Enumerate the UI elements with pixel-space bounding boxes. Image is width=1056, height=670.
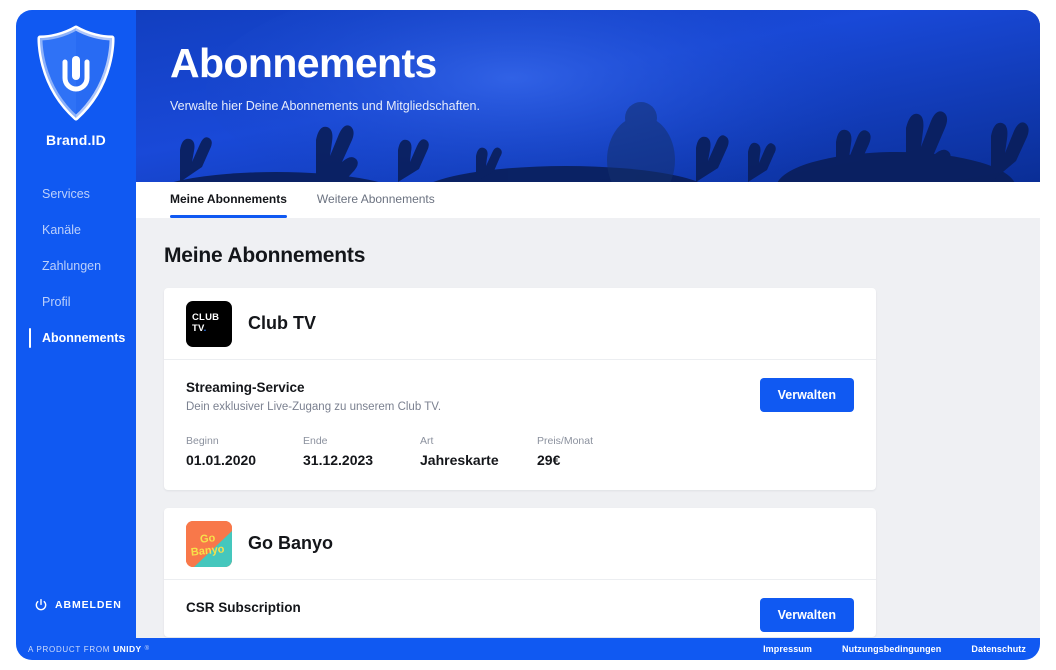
plan-facts: Beginn 01.01.2020 Ende 31.12.2023 Art Ja… — [186, 435, 854, 468]
plan-name: Streaming-Service — [186, 380, 305, 395]
fact-beginn: Beginn 01.01.2020 — [186, 435, 303, 468]
fact-label: Preis/Monat — [537, 435, 594, 447]
sidebar-item-kanaele[interactable]: Kanäle — [16, 212, 136, 248]
logout-button[interactable]: ABMELDEN — [16, 598, 136, 612]
content-area: Meine Abonnements CLUB TV. Club TV Strea… — [136, 218, 1040, 638]
card-body: CSR Subscription Verwalten — [164, 580, 876, 637]
card-body: Streaming-Service Dein exklusiver Live-Z… — [164, 360, 876, 490]
main-column: Abonnements Verwalte hier Deine Abonneme… — [136, 10, 1040, 638]
tab-weitere-abonnements[interactable]: Weitere Abonnements — [317, 182, 435, 218]
plan-description: Dein exklusiver Live-Zugang zu unserem C… — [186, 401, 442, 413]
sidebar-nav: Services Kanäle Zahlungen Profil Abonnem… — [16, 176, 136, 356]
footer-link-datenschutz[interactable]: Datenschutz — [971, 644, 1026, 654]
fact-label: Art — [420, 435, 434, 447]
logout-label: ABMELDEN — [55, 599, 122, 611]
footer-link-impressum[interactable]: Impressum — [763, 644, 812, 654]
footer-links: Impressum Nutzungsbedingungen Datenschut… — [763, 644, 1026, 654]
card-brand-title: Go Banyo — [248, 533, 334, 553]
tab-label: Meine Abonnements — [170, 192, 287, 206]
power-icon — [35, 599, 47, 611]
fact-label: Beginn — [186, 435, 219, 447]
sidebar-item-label: Profil — [42, 295, 71, 309]
fact-value: 01.01.2020 — [186, 452, 257, 468]
fact-label: Ende — [303, 435, 328, 447]
fact-preis-monat: Preis/Monat 29€ — [537, 435, 654, 468]
page-subtitle: Verwalte hier Deine Abonnements und Mitg… — [170, 99, 480, 114]
fact-ende: Ende 31.12.2023 — [303, 435, 420, 468]
subscription-card: Go Banyo Go Banyo CSR Subscription Verwa… — [164, 508, 876, 637]
tab-label: Weitere Abonnements — [316, 192, 435, 206]
sidebar-item-zahlungen[interactable]: Zahlungen — [16, 248, 136, 284]
shield-u-logo-icon — [37, 25, 115, 121]
window-body: Brand.ID Services Kanäle Zahlungen Profi… — [16, 10, 1040, 638]
footer-bar: A PRODUCT FROM UNIDY ® Impressum Nutzung… — [16, 638, 1040, 660]
sidebar-item-abonnements[interactable]: Abonnements — [16, 320, 136, 356]
section-title: Meine Abonnements — [164, 244, 366, 267]
page-title: Abonnements — [170, 40, 437, 86]
fact-value: 29€ — [537, 452, 561, 468]
card-brand-title: Club TV — [248, 313, 316, 333]
card-header: CLUB TV. Club TV — [164, 288, 876, 360]
fact-value: 31.12.2023 — [303, 452, 374, 468]
sidebar-item-services[interactable]: Services — [16, 176, 136, 212]
tab-bar: Meine Abonnements Weitere Abonnements — [136, 182, 1040, 218]
sidebar-item-profil[interactable]: Profil — [16, 284, 136, 320]
footer-product-brand: UNIDY — [113, 644, 142, 654]
sidebar-brand: Brand.ID — [16, 10, 136, 148]
footer-product-prefix: A PRODUCT FROM — [28, 644, 111, 654]
app-window: Brand.ID Services Kanäle Zahlungen Profi… — [16, 10, 1040, 660]
subscription-card: CLUB TV. Club TV Streaming-Service Dein … — [164, 288, 876, 490]
sidebar-brand-name: Brand.ID — [46, 132, 106, 148]
fact-art: Art Jahreskarte — [420, 435, 537, 468]
sidebar: Brand.ID Services Kanäle Zahlungen Profi… — [16, 10, 136, 638]
sidebar-item-label: Services — [42, 187, 90, 201]
manage-button[interactable]: Verwalten — [759, 598, 854, 632]
tab-meine-abonnements[interactable]: Meine Abonnements — [170, 182, 287, 218]
card-header: Go Banyo Go Banyo — [164, 508, 876, 580]
manage-button[interactable]: Verwalten — [759, 378, 854, 412]
sidebar-item-label: Zahlungen — [42, 259, 102, 273]
sidebar-item-label: Abonnements — [42, 331, 126, 345]
hero-banner: Abonnements Verwalte hier Deine Abonneme… — [136, 10, 1040, 182]
plan-name: CSR Subscription — [186, 600, 301, 615]
footer-product-credit: A PRODUCT FROM UNIDY ® — [28, 644, 150, 654]
clubtv-logo-icon: CLUB TV. — [186, 300, 232, 347]
fact-value: Jahreskarte — [420, 452, 499, 468]
footer-link-nutzungsbedingungen[interactable]: Nutzungsbedingungen — [842, 644, 941, 654]
gobanyo-logo-art: Go Banyo — [186, 520, 232, 567]
gobanyo-logo-icon: Go Banyo — [186, 520, 232, 567]
footer-registered-mark: ® — [144, 646, 150, 652]
hero-text-block: Abonnements Verwalte hier Deine Abonneme… — [170, 40, 480, 114]
clubtv-logo-line2: TV. — [192, 322, 207, 334]
sidebar-item-label: Kanäle — [42, 223, 81, 237]
clubtv-logo-dot: . — [203, 322, 207, 334]
